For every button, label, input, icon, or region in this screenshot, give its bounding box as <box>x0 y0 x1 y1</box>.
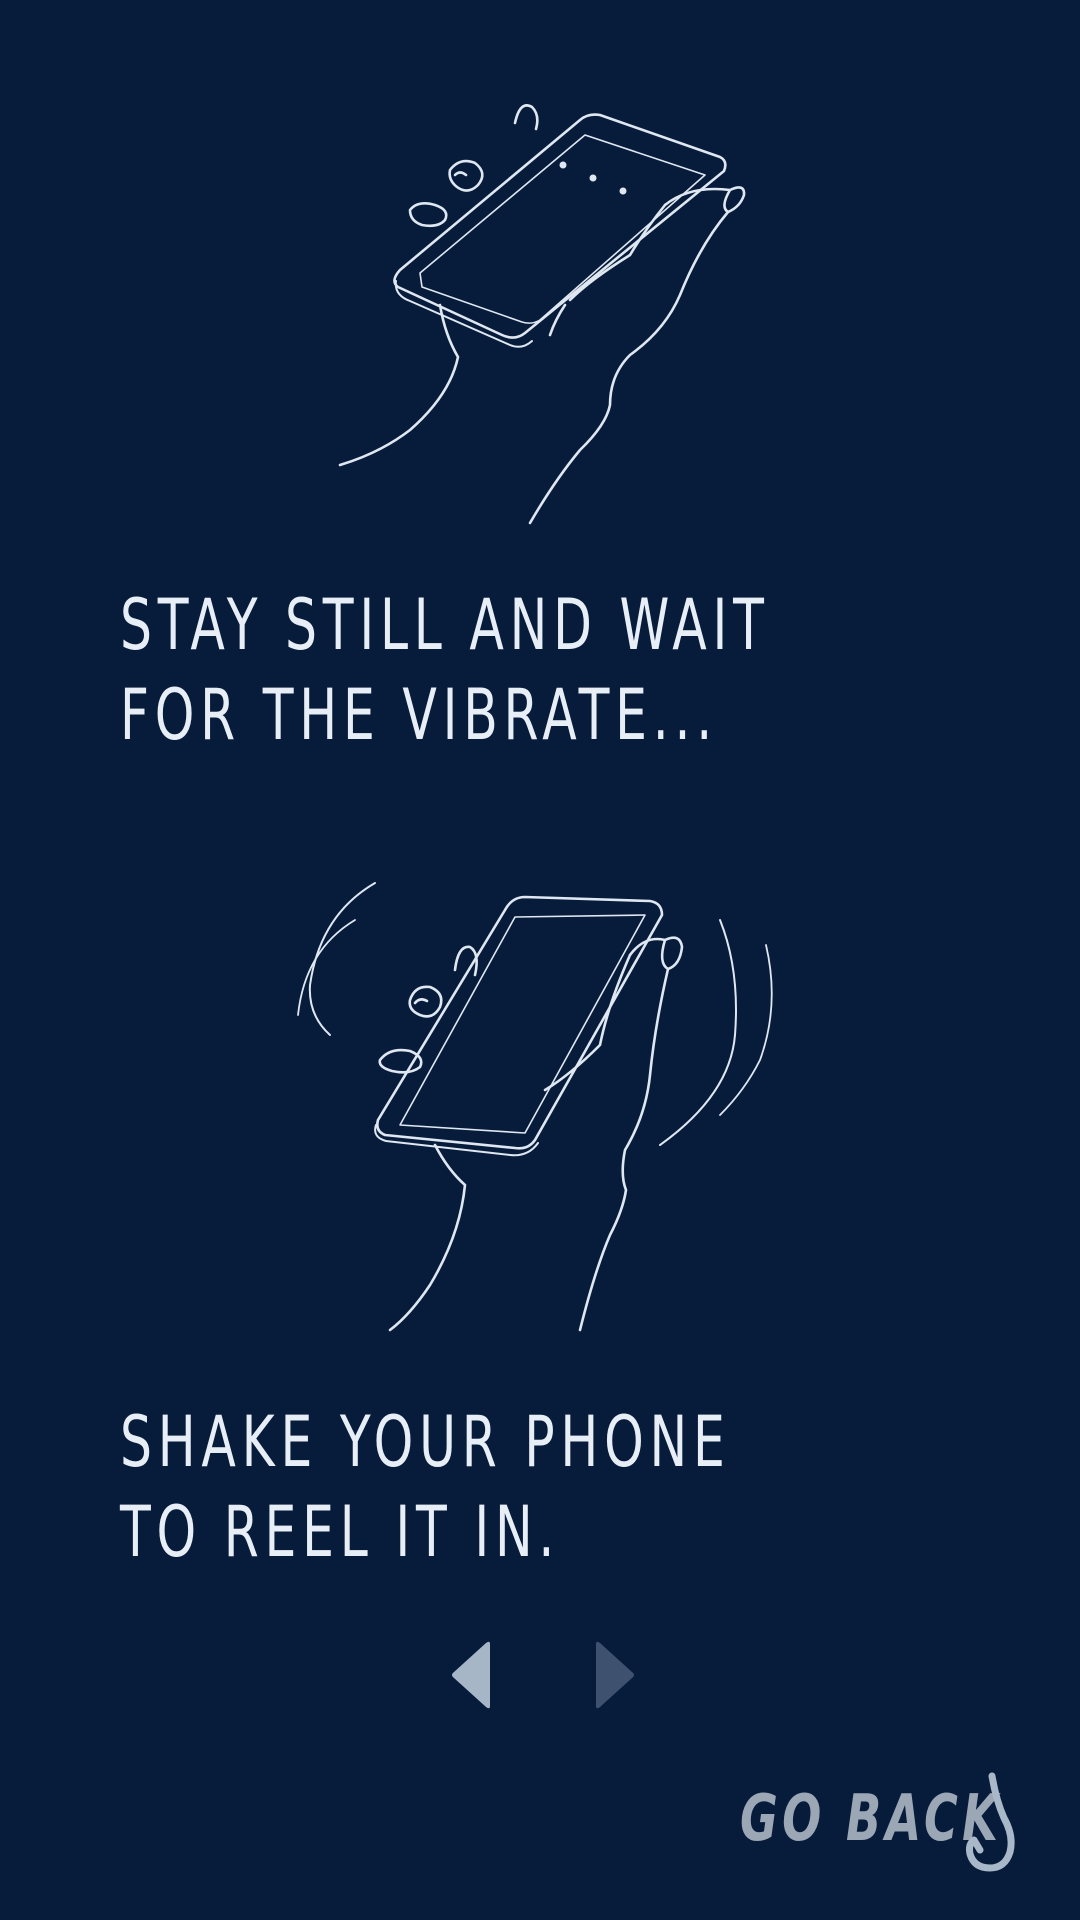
fishing-hook-icon <box>962 1770 1018 1875</box>
triangle-left-icon <box>452 1641 490 1709</box>
next-page-button[interactable] <box>590 1640 640 1710</box>
hand-holding-phone-illustration <box>310 95 770 535</box>
triangle-right-icon <box>596 1641 634 1709</box>
instruction-line: TO REEL IT IN. <box>120 1491 561 1573</box>
tutorial-screen: STAY STILL AND WAIT FOR THE VIBRATE... S… <box>0 0 1080 1920</box>
instruction-line: SHAKE YOUR PHONE <box>120 1401 731 1483</box>
instruction-shake-phone: SHAKE YOUR PHONE TO REEL IT IN. <box>120 1397 731 1577</box>
go-back-button[interactable]: GO BACK <box>740 1770 1020 1880</box>
instruction-line: STAY STILL AND WAIT <box>120 584 770 666</box>
hand-shaking-phone-illustration <box>290 875 800 1335</box>
instruction-stay-still: STAY STILL AND WAIT FOR THE VIBRATE... <box>120 580 770 760</box>
previous-page-button[interactable] <box>450 1640 500 1710</box>
instruction-line: FOR THE VIBRATE... <box>120 674 719 756</box>
